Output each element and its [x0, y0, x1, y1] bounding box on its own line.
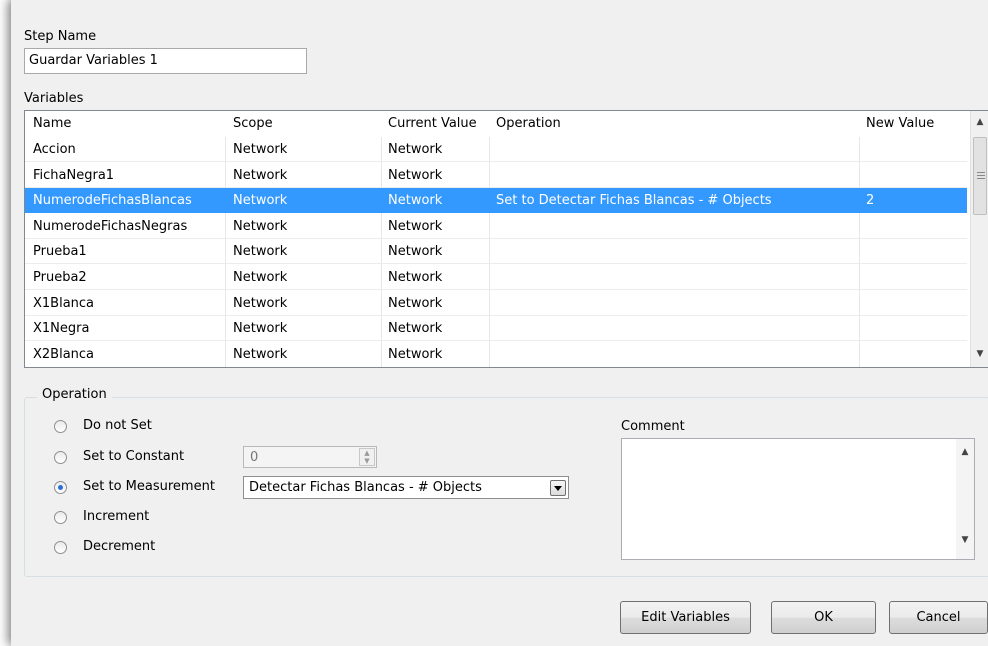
step-name-value: Guardar Variables 1 [29, 53, 158, 68]
operation-group-title: Operation [37, 387, 112, 402]
table-row[interactable]: NumerodeFichasNegras Network Network [25, 214, 967, 239]
cell-operation [496, 137, 856, 162]
step-name-input[interactable]: Guardar Variables 1 [24, 48, 307, 74]
stepper-buttons[interactable]: ▲ ▼ [359, 448, 375, 466]
cell-operation [496, 239, 856, 264]
scroll-up-arrow-icon[interactable]: ▲ [956, 447, 974, 457]
cell-name: FichaNegra1 [33, 167, 115, 183]
cell-new-value [866, 137, 961, 162]
variables-label: Variables [24, 91, 84, 106]
table-row[interactable]: Prueba1 Network Network [25, 239, 967, 265]
cell-scope: Network [233, 295, 288, 311]
table-row[interactable]: X2Blanca Network Network [25, 342, 967, 367]
cell-operation [496, 163, 856, 188]
cell-scope: Network [233, 142, 288, 157]
column-header-operation[interactable]: Operation [496, 111, 561, 137]
table-row[interactable]: Accion Network Network [25, 137, 967, 162]
comment-scrollbar[interactable]: ▲ ▼ [956, 439, 974, 559]
cell-scope: Network [233, 193, 288, 209]
table-scrollbar[interactable]: ▲ ▼ [970, 111, 988, 367]
cell-name: X2Blanca [33, 346, 95, 362]
radio-label-decrement: Decrement [83, 539, 156, 554]
cell-new-value [866, 214, 961, 239]
constant-value: 0 [250, 450, 259, 465]
grip-icon [977, 172, 985, 173]
cell-current: Network [388, 142, 443, 157]
cell-name: Prueba2 [33, 270, 87, 285]
grip-icon [977, 175, 985, 176]
radio-do-not-set[interactable] [54, 420, 67, 433]
scrollbar-thumb[interactable] [973, 137, 987, 215]
cell-scope: Network [233, 321, 288, 337]
constant-stepper[interactable]: 0 ▲ ▼ [243, 446, 377, 468]
stepper-down-icon[interactable]: ▼ [360, 457, 374, 465]
cell-name: Accion [33, 142, 76, 157]
radio-increment[interactable] [54, 511, 67, 524]
radio-label-set-to-constant: Set to Constant [83, 449, 185, 464]
table-row[interactable]: X1Blanca Network Network [25, 291, 967, 316]
cell-scope: Network [233, 346, 288, 362]
cell-operation [496, 265, 856, 290]
cancel-button[interactable]: Cancel [889, 601, 988, 634]
cell-operation [496, 342, 856, 367]
cell-new-value [866, 265, 961, 290]
cell-current: Network [388, 270, 443, 285]
cell-scope: Network [233, 218, 288, 234]
column-header-new-value[interactable]: New Value [866, 111, 934, 137]
radio-set-to-constant[interactable] [54, 451, 67, 464]
comment-label: Comment [621, 419, 685, 434]
comment-textarea[interactable]: ▲ ▼ [621, 438, 975, 560]
cell-current: Network [388, 218, 443, 234]
column-header-name[interactable]: Name [33, 111, 71, 137]
scroll-down-arrow-icon[interactable]: ▼ [956, 535, 974, 545]
cell-name: NumerodeFichasBlancas [33, 193, 192, 209]
cell-name: NumerodeFichasNegras [33, 218, 188, 234]
column-header-scope[interactable]: Scope [233, 111, 273, 137]
stepper-up-icon[interactable]: ▲ [360, 449, 374, 457]
table-row[interactable]: NumerodeFichasBlancas Network Network Set t… [25, 188, 967, 214]
grip-icon [977, 178, 985, 179]
radio-label-set-to-measurement: Set to Measurement [83, 479, 215, 494]
cell-name: X1Blanca [33, 295, 95, 311]
cell-current: Network [388, 193, 443, 209]
cell-scope: Network [233, 270, 288, 285]
cell-scope: Network [233, 167, 288, 183]
edit-variables-button[interactable]: Edit Variables [620, 601, 751, 634]
cell-new-value [866, 239, 961, 264]
measurement-select[interactable]: Detectar Fichas Blancas - # Objects [243, 476, 569, 499]
cell-scope: Network [233, 244, 288, 260]
cell-new-value [866, 291, 961, 316]
column-header-current-value[interactable]: Current Value [388, 111, 477, 137]
cell-current: Network [388, 167, 443, 183]
cell-operation [496, 291, 856, 316]
radio-label-do-not-set: Do not Set [83, 418, 152, 433]
cell-new-value [866, 342, 961, 367]
cell-current: Network [388, 346, 443, 362]
cell-new-value [866, 163, 961, 188]
cell-operation: Set to Detectar Fichas Blancas - # Objec… [496, 193, 772, 209]
cell-new-value: 2 [866, 193, 875, 209]
radio-set-to-measurement[interactable] [54, 481, 67, 494]
table-row[interactable]: FichaNegra1 Network Network [25, 163, 967, 188]
chevron-down-icon[interactable] [550, 480, 566, 496]
cell-operation [496, 214, 856, 239]
cell-current: Network [388, 244, 443, 260]
ok-button[interactable]: OK [771, 601, 876, 634]
variables-table[interactable]: Name Scope Current Value Operation New V… [24, 110, 988, 368]
cell-current: Network [388, 321, 443, 337]
cell-current: Network [388, 295, 443, 311]
cell-name: X1Negra [33, 321, 90, 337]
measurement-value: Detectar Fichas Blancas - # Objects [249, 480, 482, 495]
radio-decrement[interactable] [54, 541, 67, 554]
cell-operation [496, 316, 856, 341]
cell-new-value [866, 316, 961, 341]
table-row[interactable]: X1Negra Network Network [25, 316, 967, 342]
radio-label-increment: Increment [83, 509, 150, 524]
table-row[interactable]: Prueba2 Network Network [25, 265, 967, 290]
scroll-down-arrow-icon[interactable]: ▼ [971, 349, 988, 359]
step-name-label: Step Name [24, 29, 97, 44]
cell-name: Prueba1 [33, 244, 87, 260]
scroll-up-arrow-icon[interactable]: ▲ [971, 117, 988, 127]
